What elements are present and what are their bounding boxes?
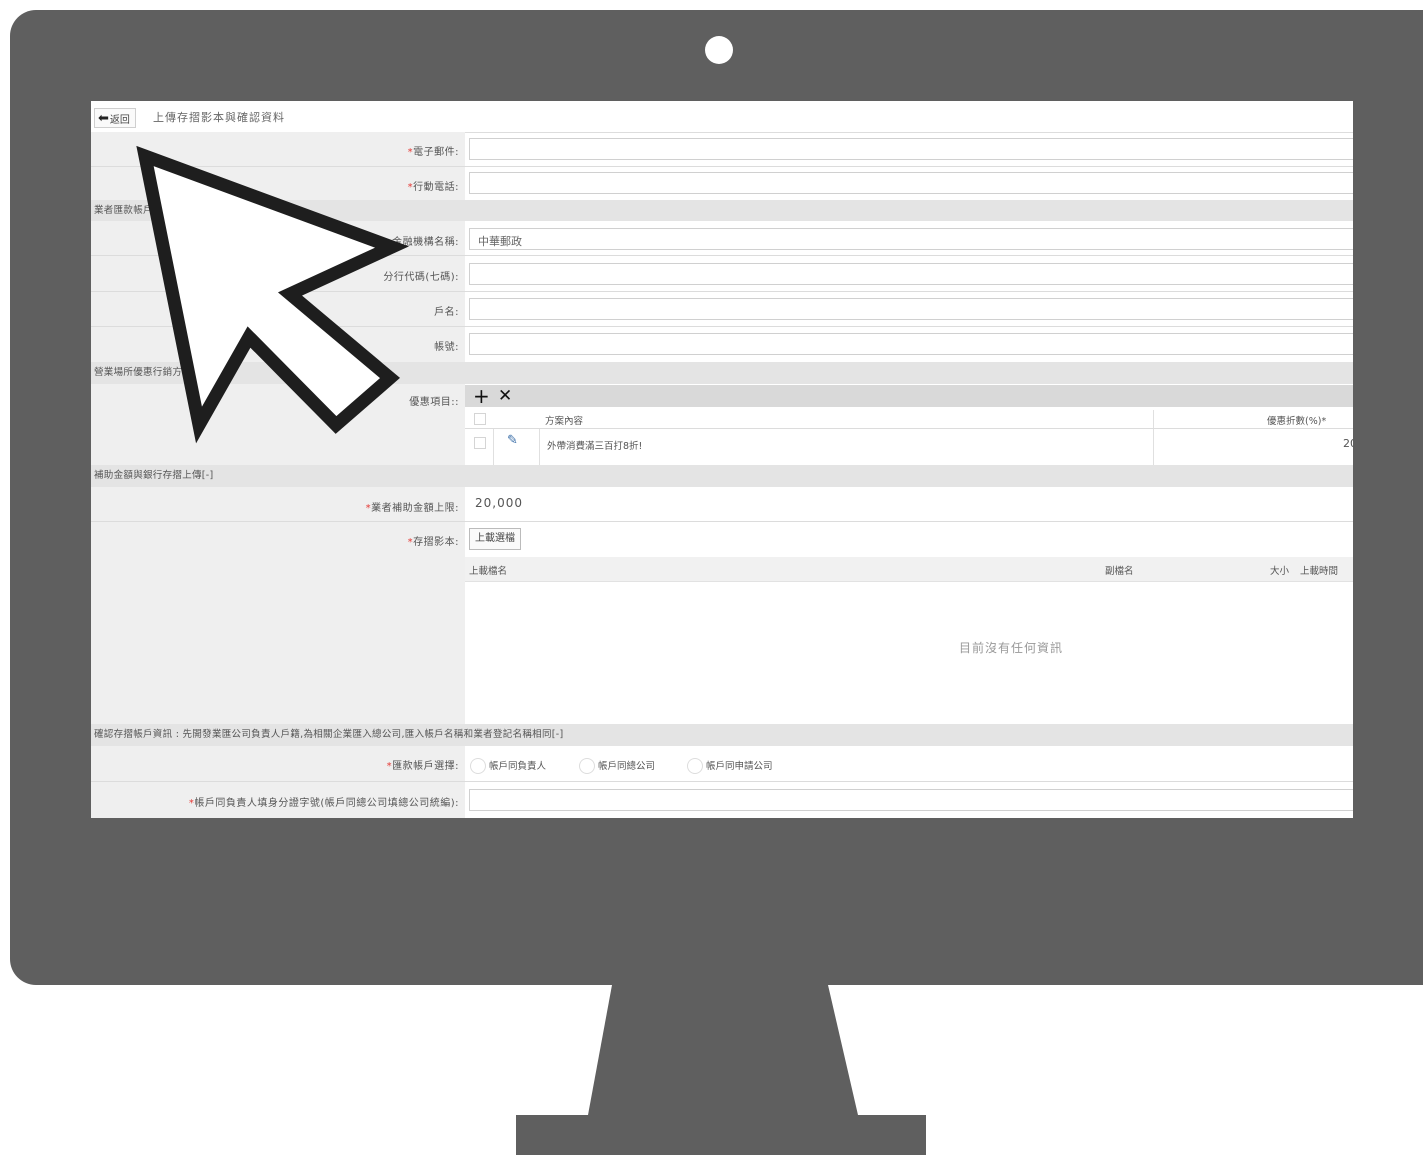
mouse-pointer-icon [136,145,409,444]
